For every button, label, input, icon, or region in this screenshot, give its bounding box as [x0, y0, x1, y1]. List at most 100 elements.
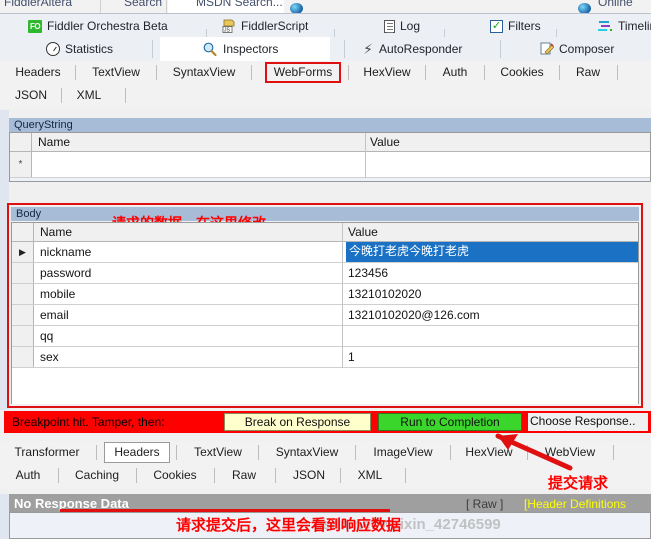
querystring-header-row: Name Value — [10, 133, 650, 152]
querystring-col-name: Name — [38, 135, 71, 149]
toolbar-row-1: FO Fiddler Orchestra Beta JS FiddlerScri… — [0, 13, 651, 49]
toolbar-tab-fiddler-orchestra[interactable]: FO Fiddler Orchestra Beta — [22, 14, 174, 38]
response-raw-link[interactable]: [ Raw ] — [466, 497, 503, 511]
cut-item-online: Online — [598, 0, 633, 9]
request-tab-headers[interactable]: Headers — [4, 61, 72, 84]
response-header-definitions-link[interactable]: [Header Definitions — [524, 497, 626, 511]
request-tab-hexview[interactable]: HexView — [352, 61, 422, 84]
body-col-name: Name — [40, 225, 73, 239]
toolbar-tab-timeline[interactable]: Timeline — [592, 14, 651, 38]
response-tab-raw[interactable]: Raw — [218, 464, 270, 487]
inspectors-icon — [202, 42, 218, 57]
body-panel-title: Body — [11, 207, 639, 221]
querystring-grid: Name Value * — [9, 132, 651, 182]
timeline-icon — [598, 20, 613, 32]
body-cell-value-5[interactable]: 1 — [348, 348, 633, 366]
querystring-header-marker — [10, 133, 32, 151]
toolbar-tab-autoresponder[interactable]: ⚡ AutoResponder — [356, 37, 468, 61]
autoresponder-icon: ⚡ — [363, 41, 373, 57]
breakpoint-message: Breakpoint hit. Tamper, then: — [12, 415, 165, 429]
toolbar-tab-inspectors[interactable]: Inspectors — [196, 37, 284, 61]
body-cell-name-1[interactable]: password — [40, 264, 330, 282]
querystring-panel-title: QueryString — [9, 118, 651, 132]
body-col-value: Value — [348, 225, 378, 239]
response-tab-json[interactable]: JSON — [283, 464, 335, 487]
body-cell-name-5[interactable]: sex — [40, 348, 330, 366]
response-tab-auth[interactable]: Auth — [2, 464, 54, 487]
response-tab-caching[interactable]: Caching — [62, 464, 132, 487]
querystring-row[interactable]: * — [10, 152, 650, 178]
toolbar-tab-composer[interactable]: Composer — [534, 37, 620, 61]
querystring-col-value: Value — [370, 135, 400, 149]
body-row-marker-2[interactable] — [12, 284, 34, 304]
body-cell-value-3[interactable]: 13210102020@126.com — [348, 306, 633, 324]
body-grid-footer — [12, 368, 638, 404]
response-tab-syntaxview[interactable]: SyntaxView — [262, 441, 352, 464]
row-selector-arrow-icon: ▶ — [19, 247, 26, 257]
body-row-marker-1[interactable] — [12, 263, 34, 283]
request-tab-syntaxview[interactable]: SyntaxView — [160, 61, 248, 84]
request-tab-auth[interactable]: Auth — [429, 61, 481, 84]
submit-arrow-icon — [495, 433, 573, 471]
table-row[interactable]: ▶ nickname 今晚打老虎今晚打老虎 — [12, 242, 638, 263]
table-row[interactable]: sex 1 — [12, 347, 638, 368]
statistics-icon — [46, 42, 60, 56]
online-globe-icon — [578, 3, 591, 13]
body-row-marker-4[interactable] — [12, 326, 34, 346]
log-icon — [384, 19, 395, 33]
cut-off-toolbar-strip: FiddlerAltera Search MSDN Search... Onli… — [0, 0, 651, 13]
request-inspector-tabs: Headers TextView SyntaxView WebForms Hex… — [0, 61, 651, 109]
toolbar-tab-fiddlerscript[interactable]: JS FiddlerScript — [216, 14, 314, 38]
table-row[interactable]: password 123456 — [12, 263, 638, 284]
fiddler-window: FiddlerAltera Search MSDN Search... Onli… — [0, 0, 651, 539]
body-header-row: Name Value — [12, 223, 638, 242]
response-tab-cookies[interactable]: Cookies — [140, 464, 210, 487]
break-on-response-button[interactable]: Break on Response — [224, 413, 371, 431]
request-tabs-row-2: JSON XML — [0, 84, 651, 107]
request-tab-textview[interactable]: TextView — [79, 61, 153, 84]
response-tab-textview[interactable]: TextView — [181, 441, 255, 464]
body-row-marker-3[interactable] — [12, 305, 34, 325]
composer-icon — [540, 42, 555, 56]
filters-icon: ✓ — [490, 19, 503, 33]
request-tab-json[interactable]: JSON — [4, 84, 58, 107]
body-cell-value-0[interactable]: 今晚打老虎今晚打老虎 — [346, 242, 638, 262]
response-tab-headers[interactable]: Headers — [104, 442, 170, 463]
cut-item-fiddleraltera: FiddlerAltera — [4, 0, 73, 9]
request-tab-xml[interactable]: XML — [65, 84, 113, 107]
response-tab-xml[interactable]: XML — [346, 464, 394, 487]
toolbar-tab-statistics[interactable]: Statistics — [40, 37, 119, 61]
response-left-rail — [0, 494, 9, 539]
cut-item-msdn-search: MSDN Search... — [196, 0, 283, 9]
toolbar-tab-log[interactable]: Log — [378, 14, 426, 38]
annotation-response-note: 请求提交后，这里会看到响应数据 — [176, 516, 402, 534]
cut-item-search: Search — [124, 0, 163, 9]
querystring-filler — [10, 178, 650, 181]
table-row[interactable]: email 13210102020@126.com — [12, 305, 638, 326]
querystring-row-marker[interactable]: * — [10, 152, 32, 177]
fiddler-orchestra-icon: FO — [28, 19, 42, 33]
body-row-marker-5[interactable] — [12, 347, 34, 367]
table-row[interactable]: mobile 13210102020 — [12, 284, 638, 305]
body-cell-name-0[interactable]: nickname — [40, 243, 330, 261]
request-tab-raw[interactable]: Raw — [563, 61, 613, 84]
body-cell-value-1[interactable]: 123456 — [348, 264, 633, 282]
globe-icon — [290, 3, 303, 13]
body-cell-value-2[interactable]: 13210102020 — [348, 285, 633, 303]
body-cell-name-4[interactable]: qq — [40, 327, 330, 345]
table-row[interactable]: qq — [12, 326, 638, 347]
toolbar-row-2: Statistics Inspectors ⚡ AutoResponder Co… — [0, 37, 651, 97]
request-tabs-row-1: Headers TextView SyntaxView WebForms Hex… — [0, 61, 651, 84]
webforms-highlight-box — [265, 62, 341, 83]
response-tab-imageview[interactable]: ImageView — [359, 441, 447, 464]
querystring-row-marker-glyph: * — [18, 159, 23, 170]
body-cell-name-3[interactable]: email — [40, 306, 330, 324]
toolbar-tab-filters[interactable]: ✓ Filters — [484, 14, 547, 38]
svg-text:JS: JS — [224, 28, 231, 34]
body-row-marker-0[interactable]: ▶ — [12, 242, 34, 262]
fiddlerscript-icon: JS — [222, 19, 236, 34]
request-tab-cookies[interactable]: Cookies — [488, 61, 556, 84]
body-cell-name-2[interactable]: mobile — [40, 285, 330, 303]
response-tab-transformer[interactable]: Transformer — [2, 441, 92, 464]
break-on-response-label: Break on Response — [244, 415, 351, 429]
